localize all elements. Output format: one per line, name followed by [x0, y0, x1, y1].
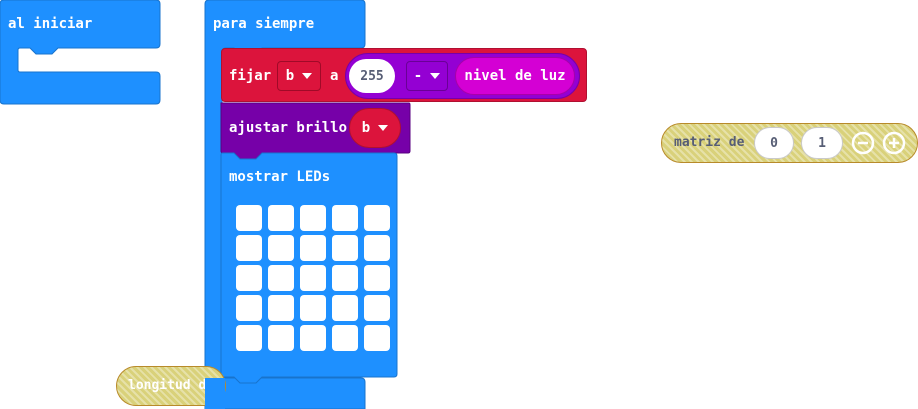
to-label: a	[330, 68, 339, 84]
array-value-1[interactable]: 1	[801, 127, 843, 159]
chevron-down-icon	[378, 125, 389, 131]
array-value-0[interactable]: 0	[754, 127, 794, 159]
brightness-variable-reporter[interactable]: b	[349, 108, 401, 148]
led-cell[interactable]	[332, 325, 358, 351]
led-cell[interactable]	[364, 265, 390, 291]
led-cell[interactable]	[332, 235, 358, 261]
brightness-variable-name: b	[361, 120, 371, 136]
show-leds-label: mostrar LEDs	[229, 169, 331, 185]
plus-circle-icon[interactable]	[882, 131, 906, 155]
led-cell[interactable]	[236, 295, 262, 321]
led-cell[interactable]	[300, 205, 326, 231]
variable-name: b	[285, 68, 295, 84]
led-cell[interactable]	[332, 205, 358, 231]
set-label: fijar	[229, 68, 272, 84]
led-cell[interactable]	[268, 325, 294, 351]
led-cell[interactable]	[268, 235, 294, 261]
led-cell[interactable]	[236, 325, 262, 351]
led-cell[interactable]	[236, 205, 262, 231]
led-cell[interactable]	[332, 265, 358, 291]
led-cell[interactable]	[300, 325, 326, 351]
led-cell[interactable]	[268, 205, 294, 231]
variable-dropdown[interactable]: b	[277, 61, 321, 91]
operator-dropdown[interactable]: -	[406, 61, 448, 91]
array-of-label: matriz de	[674, 135, 745, 150]
led-cell[interactable]	[364, 235, 390, 261]
chevron-down-icon	[430, 73, 441, 79]
light-level-block[interactable]: nivel de luz	[455, 57, 575, 95]
led-cell[interactable]	[364, 325, 390, 351]
led-cell[interactable]	[300, 235, 326, 261]
forever-label: para siempre	[213, 16, 315, 32]
led-grid	[234, 204, 394, 354]
led-cell[interactable]	[364, 295, 390, 321]
led-cell[interactable]	[236, 265, 262, 291]
chevron-down-icon	[302, 73, 313, 79]
led-cell[interactable]	[268, 265, 294, 291]
led-cell[interactable]	[268, 295, 294, 321]
operator-symbol: -	[413, 68, 423, 84]
set-brightness-label: ajustar brillo	[229, 120, 348, 136]
length-of-label: longitud d	[128, 378, 205, 393]
led-cell[interactable]	[364, 205, 390, 231]
led-cell[interactable]	[300, 295, 326, 321]
minus-circle-icon[interactable]	[851, 131, 875, 155]
number-input[interactable]: 255	[349, 59, 395, 93]
led-cell[interactable]	[236, 235, 262, 261]
led-cell[interactable]	[332, 295, 358, 321]
light-level-label: nivel de luz	[464, 68, 566, 84]
forever-block-bottom	[205, 378, 225, 409]
led-cell[interactable]	[300, 265, 326, 291]
